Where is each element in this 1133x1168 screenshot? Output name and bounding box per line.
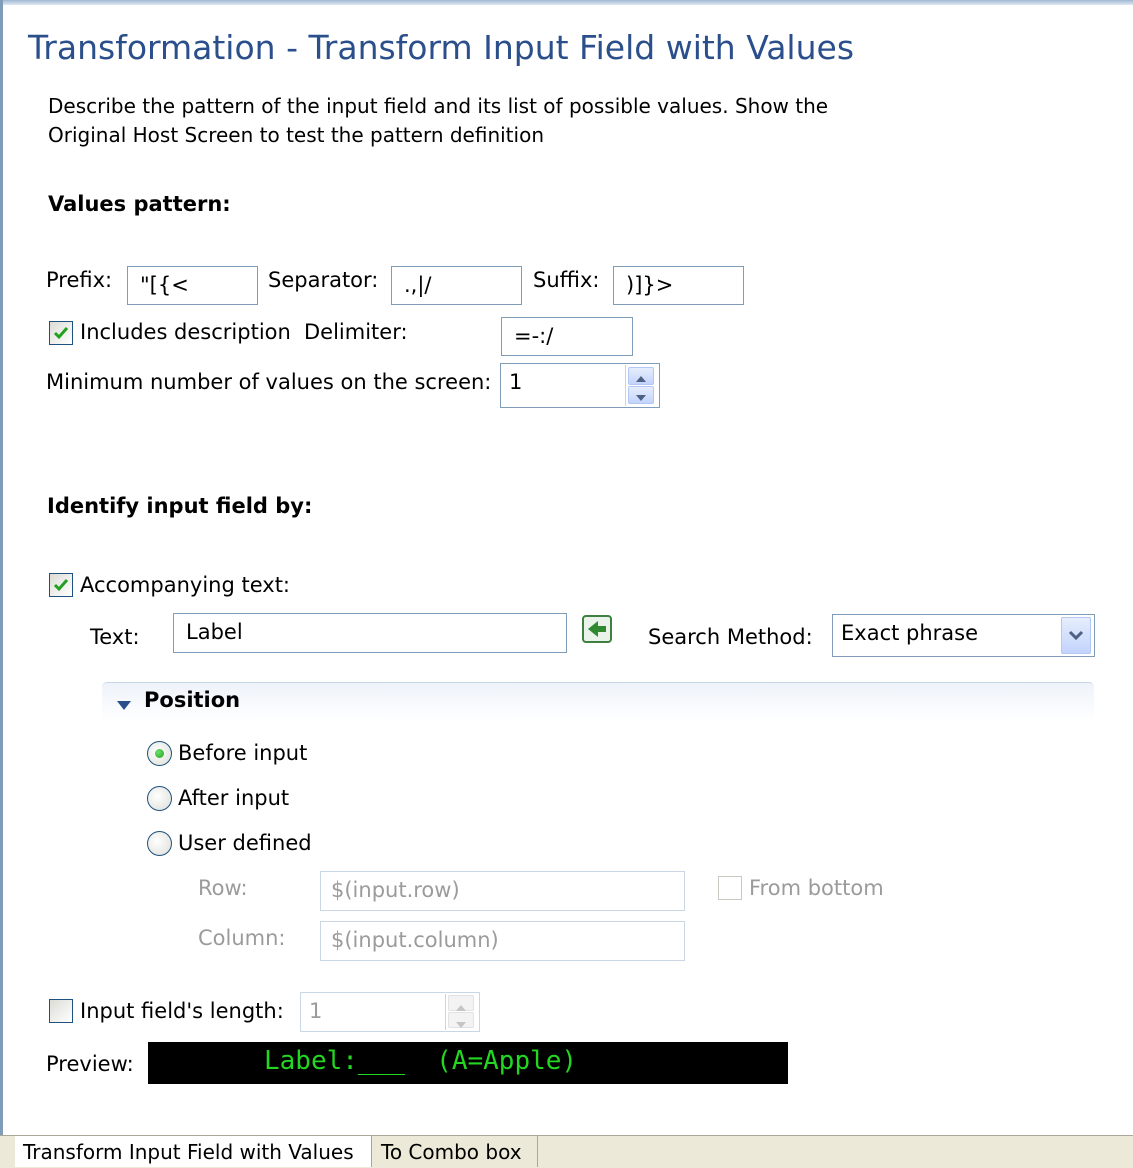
spin-down-button[interactable]: [628, 386, 654, 404]
check-icon: [53, 579, 69, 592]
from-bottom-checkbox[interactable]: [718, 876, 742, 900]
arrow-down-icon: [636, 395, 646, 401]
row-label: Row:: [198, 876, 248, 900]
arrow-down-icon: [456, 1022, 466, 1028]
input-length-value: 1: [309, 999, 323, 1023]
search-method-label: Search Method:: [648, 625, 813, 649]
input-length-checkbox[interactable]: [49, 999, 73, 1023]
row-input[interactable]: $(input.row): [320, 871, 685, 911]
min-values-label: Minimum number of values on the screen:: [46, 370, 492, 394]
search-method-value: Exact phrase: [841, 621, 979, 645]
accompanying-text-label: Accompanying text:: [80, 573, 290, 597]
radio-user-defined[interactable]: [147, 831, 172, 856]
check-icon: [53, 327, 69, 340]
prefix-label: Prefix:: [46, 268, 113, 292]
search-method-dropdown-button[interactable]: [1061, 617, 1091, 654]
includes-description-label: Includes description: [80, 320, 291, 344]
radio-after-input[interactable]: [147, 786, 172, 811]
spin-up-button[interactable]: [628, 367, 654, 385]
before-input-label: Before input: [178, 741, 308, 765]
search-method-select[interactable]: Exact phrase: [832, 614, 1095, 657]
radio-before-input[interactable]: [147, 741, 172, 766]
input-length-spin-buttons[interactable]: [445, 994, 477, 1030]
window-top-border: [0, 0, 1133, 5]
tab-transform-input-field[interactable]: Transform Input Field with Values: [15, 1136, 372, 1167]
triangle-down-icon[interactable]: [116, 694, 134, 718]
separator-label: Separator:: [268, 268, 379, 292]
position-section-header[interactable]: [102, 682, 1094, 721]
page-title: Transformation - Transform Input Field w…: [28, 28, 855, 67]
page-description: Describe the pattern of the input field …: [48, 94, 829, 147]
column-label: Column:: [198, 926, 286, 950]
min-values-value: 1: [509, 370, 523, 394]
includes-description-checkbox[interactable]: [49, 321, 73, 345]
delimiter-label: Delimiter:: [304, 320, 408, 344]
after-input-label: After input: [178, 786, 290, 810]
min-values-spin-buttons[interactable]: [625, 365, 657, 406]
user-defined-label: User defined: [178, 831, 312, 855]
position-heading: Position: [144, 688, 241, 712]
delimiter-input[interactable]: =-:/: [501, 317, 633, 356]
input-length-label: Input field's length:: [80, 999, 284, 1023]
chevron-down-icon: [1068, 630, 1084, 641]
spin-down-button[interactable]: [448, 1012, 474, 1028]
preview-label: Preview:: [46, 1052, 134, 1076]
arrow-up-icon: [636, 376, 646, 382]
radio-selected-dot: [155, 749, 164, 758]
prefix-input[interactable]: "[{<: [127, 266, 258, 305]
column-input[interactable]: $(input.column): [320, 921, 685, 961]
text-input[interactable]: Label: [173, 613, 567, 653]
identify-heading: Identify input field by:: [47, 494, 313, 518]
tab-to-combo-box[interactable]: To Combo box: [373, 1136, 538, 1167]
preview-text: Label:___ (A=Apple): [264, 1046, 578, 1076]
separator-input[interactable]: .,|/: [391, 266, 522, 305]
suffix-label: Suffix:: [533, 268, 600, 292]
suffix-input[interactable]: )]}>: [613, 266, 744, 305]
insert-text-icon[interactable]: [580, 613, 614, 645]
spin-up-button[interactable]: [448, 995, 474, 1011]
text-label: Text:: [90, 625, 140, 649]
window-left-border: [0, 0, 3, 1135]
accompanying-text-checkbox[interactable]: [49, 573, 73, 597]
values-pattern-heading: Values pattern:: [48, 192, 231, 216]
from-bottom-label: From bottom: [749, 876, 884, 900]
